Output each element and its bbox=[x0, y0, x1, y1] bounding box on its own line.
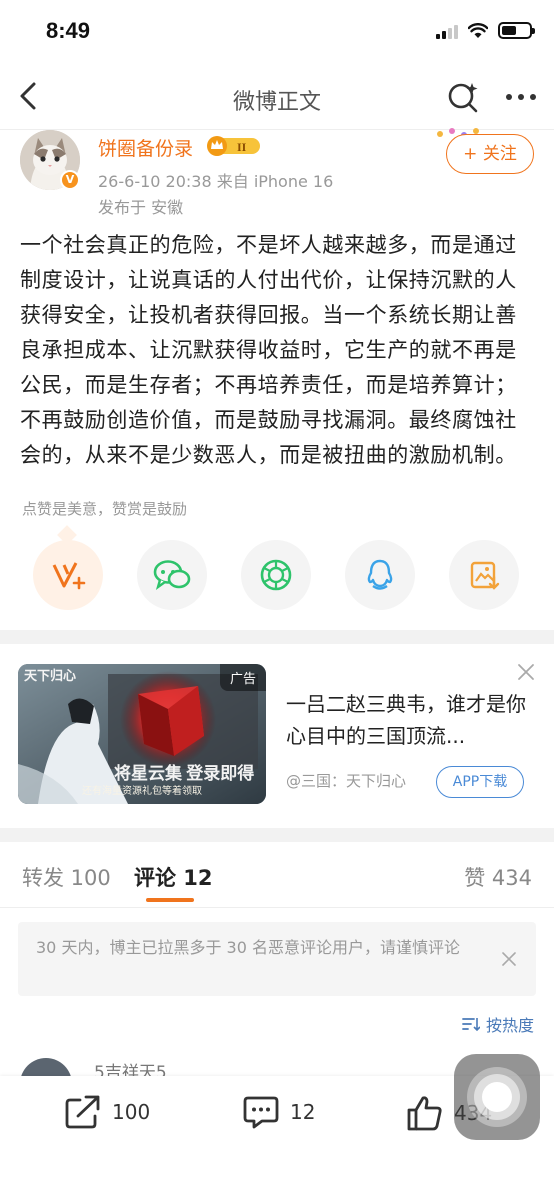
author-name[interactable]: 饼圈备份录 bbox=[98, 134, 193, 161]
tab-likes[interactable]: 赞 434 bbox=[464, 862, 532, 892]
svg-text:将星云集 登录即得: 将星云集 登录即得 bbox=[114, 763, 254, 783]
share-row bbox=[0, 540, 554, 612]
comment-button[interactable]: 12 bbox=[242, 1094, 315, 1130]
app-download-button[interactable]: APP下载 bbox=[436, 766, 524, 798]
reward-button[interactable] bbox=[33, 540, 103, 610]
share-moments-button[interactable] bbox=[241, 540, 311, 610]
battery-icon bbox=[498, 22, 535, 39]
status-time: 8:49 bbox=[46, 18, 91, 43]
super-search-icon[interactable] bbox=[446, 80, 480, 114]
tab-reposts[interactable]: 转发 100 bbox=[22, 862, 111, 892]
repost-count: 100 bbox=[112, 1100, 151, 1124]
commenter-name[interactable]: 5吉祥天5 bbox=[94, 1058, 167, 1076]
commenter-avatar[interactable] bbox=[20, 1058, 72, 1076]
ad-card[interactable]: 将星云集 登录即得 还有海量资源礼包等着领取 天下归心 广告 一吕二赵三典韦，谁… bbox=[0, 644, 554, 828]
ad-image[interactable]: 将星云集 登录即得 还有海量资源礼包等着领取 天下归心 广告 bbox=[18, 664, 266, 804]
share-qq-button[interactable] bbox=[345, 540, 415, 610]
wechat-icon bbox=[153, 560, 191, 590]
moments-icon bbox=[260, 559, 292, 591]
sort-by-hot-button[interactable]: 按热度 bbox=[462, 1012, 534, 1036]
post-location: 发布于 安徽 bbox=[98, 198, 184, 217]
assistive-touch-button[interactable] bbox=[454, 1054, 540, 1140]
close-icon[interactable] bbox=[516, 662, 536, 682]
close-icon[interactable] bbox=[500, 950, 518, 968]
wifi-icon bbox=[468, 22, 488, 38]
verified-badge: V bbox=[60, 170, 80, 190]
svg-text:还有海量资源礼包等着领取: 还有海量资源礼包等着领取 bbox=[82, 784, 202, 797]
member-crown-badge-icon: II bbox=[207, 136, 260, 156]
save-image-button[interactable] bbox=[449, 540, 519, 610]
ad-title[interactable]: 一吕二赵三典韦，谁才是你心目中的三国顶流... bbox=[286, 688, 526, 752]
follow-button[interactable]: + 关注 bbox=[446, 134, 534, 174]
status-icons bbox=[436, 22, 535, 39]
svg-text:天下归心: 天下归心 bbox=[24, 668, 76, 683]
repost-icon bbox=[65, 1095, 100, 1129]
sort-icon bbox=[462, 1018, 480, 1032]
status-bar: 8:49 bbox=[0, 0, 554, 64]
nav-bar: 微博正文 bbox=[0, 64, 554, 130]
post-timestamp-source: 26-6-10 20:38 来自 iPhone 16 bbox=[98, 172, 334, 191]
interaction-tabs: 转发 100 评论 12 赞 434 bbox=[0, 842, 554, 908]
tab-comments[interactable]: 评论 12 bbox=[134, 862, 213, 892]
author-header: V 饼圈备份录 II 26-6-10 20:38 来自 iPhone 16 发布… bbox=[0, 128, 554, 220]
cellular-signal-icon bbox=[436, 23, 458, 39]
comment-notice: 30 天内，博主已拉黑多于 30 名恶意评论用户，请谨慎评论 bbox=[18, 922, 536, 996]
save-image-icon bbox=[470, 561, 500, 590]
comment-icon bbox=[243, 1096, 279, 1129]
comment-count: 12 bbox=[290, 1100, 316, 1124]
reward-v-icon bbox=[52, 562, 86, 590]
more-options-icon[interactable] bbox=[506, 94, 536, 100]
sort-label: 按热度 bbox=[485, 1016, 534, 1035]
post-text: 一个社会真正的危险，不是坏人越来越多，而是通过制度设计，让说真话的人付出代价，让… bbox=[20, 233, 517, 467]
active-tab-indicator bbox=[146, 898, 194, 902]
qq-icon bbox=[367, 559, 393, 590]
svg-text:II: II bbox=[237, 140, 247, 154]
section-divider bbox=[0, 630, 554, 644]
share-wechat-button[interactable] bbox=[137, 540, 207, 610]
section-divider bbox=[0, 828, 554, 842]
repost-button[interactable]: 100 bbox=[64, 1094, 150, 1130]
ad-source: @三国：天下归心 bbox=[286, 772, 407, 790]
thumbs-up-icon bbox=[407, 1096, 442, 1131]
ad-tag: 广告 bbox=[219, 664, 266, 691]
reward-tip: 点赞是美意，赞赏是鼓励 bbox=[22, 500, 188, 518]
notice-text: 30 天内，博主已拉黑多于 30 名恶意评论用户，请谨慎评论 bbox=[36, 938, 460, 957]
